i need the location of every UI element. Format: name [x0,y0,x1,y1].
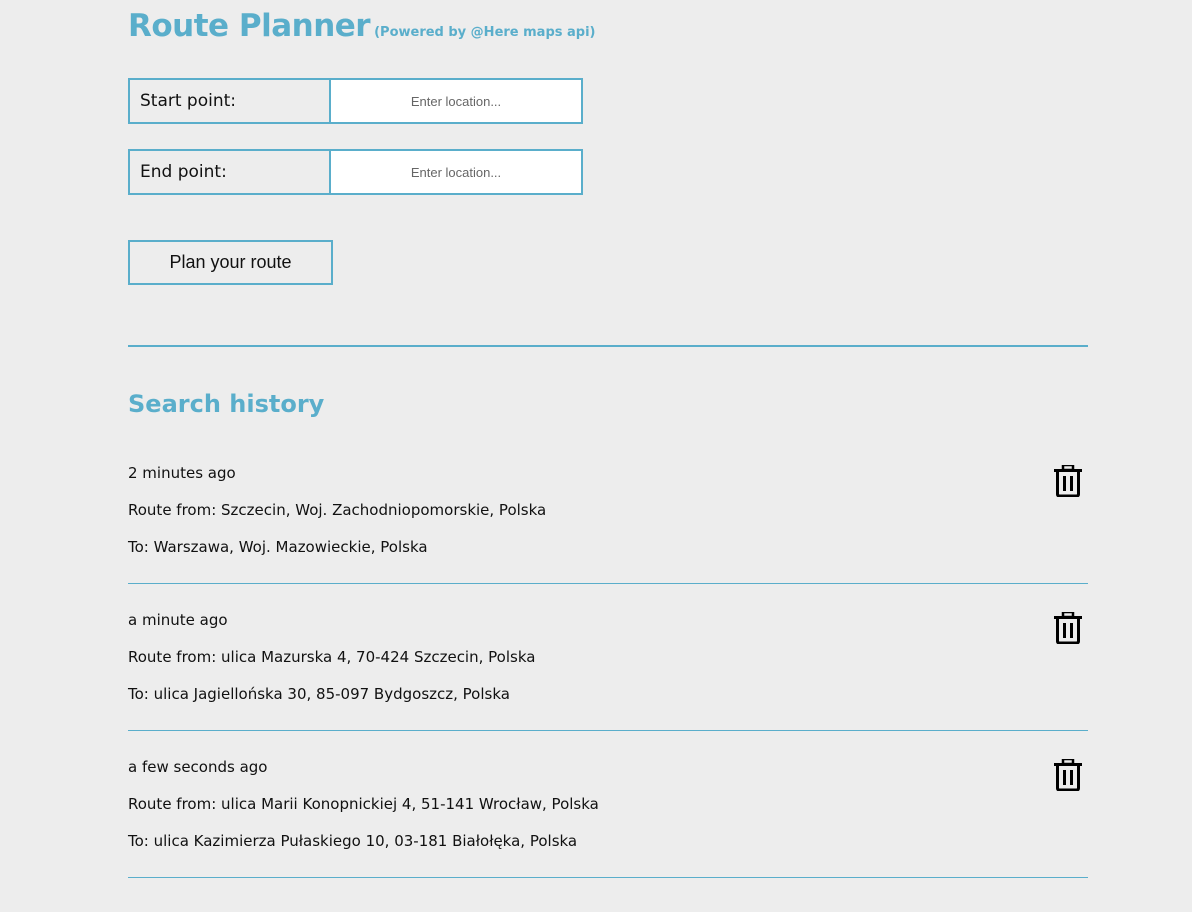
page-header: Route Planner (Powered by @Here maps api) [128,8,596,44]
delete-history-button[interactable] [1054,610,1082,645]
history-item-time: a minute ago [128,611,228,629]
history-item-from: Route from: Szczecin, Woj. Zachodniopomo… [128,501,547,519]
history-item-from: Route from: ulica Mazurska 4, 70-424 Szc… [128,648,536,666]
end-point-label: End point: [130,151,331,193]
delete-history-button[interactable] [1054,757,1082,792]
trash-icon [1054,463,1082,498]
search-history-list: 2 minutes ago Route from: Szczecin, Woj.… [128,437,1088,878]
page-subtitle: (Powered by @Here maps api) [374,25,596,40]
end-point-input[interactable] [331,151,581,193]
trash-icon [1054,610,1082,645]
history-item: 2 minutes ago Route from: Szczecin, Woj.… [128,437,1088,584]
end-point-row: End point: [128,149,583,195]
plan-route-button[interactable]: Plan your route [128,240,333,285]
delete-history-button[interactable] [1054,463,1082,498]
start-point-row: Start point: [128,78,583,124]
history-item-to: To: Warszawa, Woj. Mazowieckie, Polska [128,538,428,556]
start-point-input[interactable] [331,80,581,122]
history-item: a minute ago Route from: ulica Mazurska … [128,584,1088,731]
search-history-title: Search history [128,390,325,418]
start-point-label: Start point: [130,80,331,122]
history-item-time: 2 minutes ago [128,464,236,482]
history-item-to: To: ulica Kazimierza Pułaskiego 10, 03-1… [128,832,578,850]
page-title: Route Planner [128,8,371,44]
section-divider [128,345,1088,347]
history-item-to: To: ulica Jagiellońska 30, 85-097 Bydgos… [128,685,510,703]
history-item: a few seconds ago Route from: ulica Mari… [128,731,1088,878]
trash-icon [1054,757,1082,792]
history-item-from: Route from: ulica Marii Konopnickiej 4, … [128,795,599,813]
history-item-time: a few seconds ago [128,758,268,776]
